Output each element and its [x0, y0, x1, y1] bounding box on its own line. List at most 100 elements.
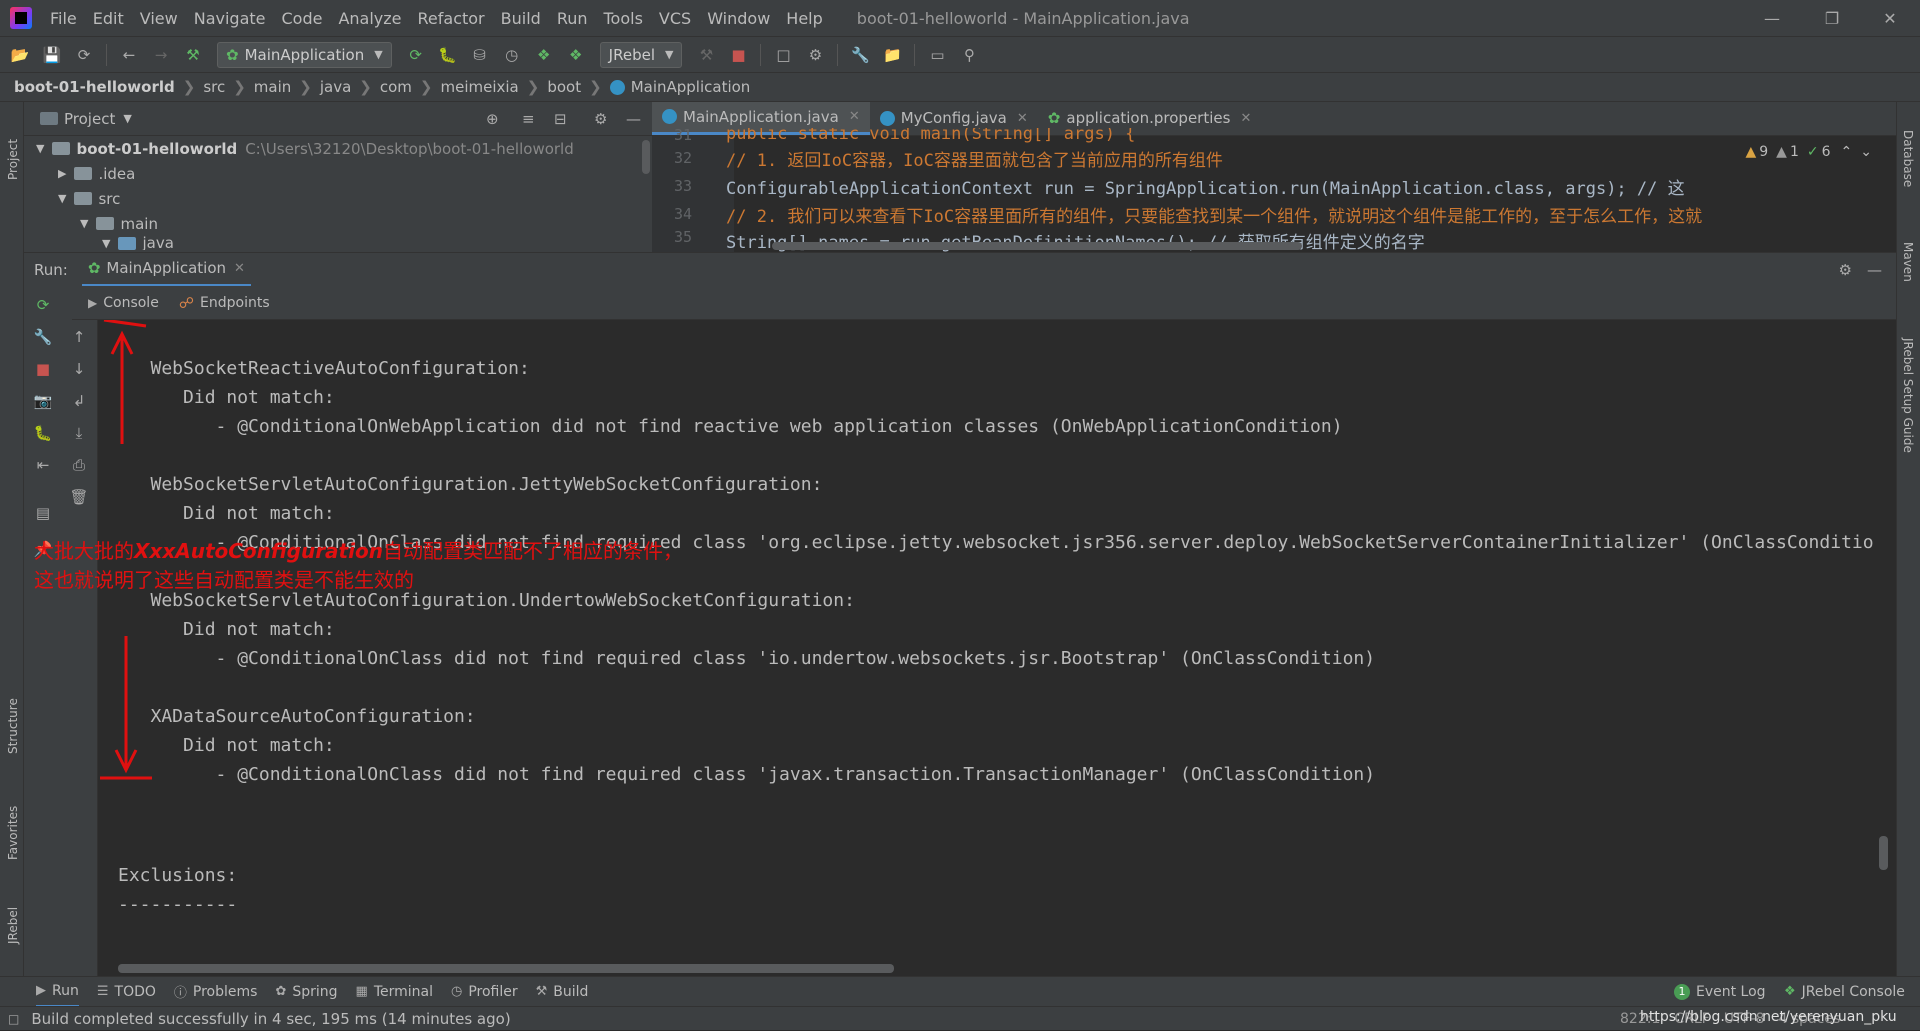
console-v-scrollbar[interactable]: [1879, 836, 1888, 870]
breadcrumb-item[interactable]: main: [254, 78, 291, 96]
breadcrumb-item[interactable]: com: [380, 78, 412, 96]
run-config-select[interactable]: ✿ MainApplication ▼: [217, 41, 392, 68]
synchronize-icon[interactable]: ⟳: [74, 45, 94, 65]
menu-item-build[interactable]: Build: [493, 9, 549, 28]
jrebel-select[interactable]: JRebel ▼: [599, 41, 683, 68]
layout-icon[interactable]: ▤: [32, 502, 54, 524]
menu-item-analyze[interactable]: Analyze: [330, 9, 409, 28]
bottom-tab-spring[interactable]: ✿ Spring: [275, 984, 337, 1000]
bottom-tab-problems[interactable]: ⓘ Problems: [174, 982, 258, 1002]
menu-item-tools[interactable]: Tools: [596, 9, 651, 28]
device-icon[interactable]: □: [773, 45, 793, 65]
open-folder-icon[interactable]: 📂: [10, 45, 30, 65]
breadcrumb-item[interactable]: java: [320, 78, 351, 96]
soft-wrap-icon[interactable]: ↲: [68, 390, 90, 412]
stop-icon[interactable]: ■: [32, 358, 54, 380]
menu-item-run[interactable]: Run: [549, 9, 596, 28]
menu-item-file[interactable]: File: [42, 9, 85, 28]
tree-item-java[interactable]: ▼ java: [24, 236, 652, 250]
forward-icon[interactable]: →: [151, 45, 171, 65]
rerun-icon[interactable]: ⟳: [32, 294, 54, 316]
bottom-tab-profiler[interactable]: ◷ Profiler: [451, 984, 518, 1000]
console-h-scrollbar[interactable]: [118, 964, 894, 973]
search-icon[interactable]: ⚲: [959, 45, 979, 65]
gear-icon[interactable]: ⚙: [1839, 261, 1852, 279]
tab-console[interactable]: ▶ Console: [78, 286, 169, 320]
structure-tool-button[interactable]: Structure: [6, 698, 20, 754]
breadcrumb-item[interactable]: src: [203, 78, 225, 96]
tree-item-idea[interactable]: ▶ .idea: [24, 161, 652, 186]
build-hammer-icon[interactable]: ⚒: [183, 45, 203, 65]
jrebel-run-icon[interactable]: ❖: [534, 45, 554, 65]
bottom-tab-todo[interactable]: ☰ TODO: [97, 984, 156, 1000]
plugin-icon[interactable]: ⚙: [805, 45, 825, 65]
maven-tool-button[interactable]: Maven: [1901, 242, 1915, 282]
chevron-down-icon[interactable]: ⌄: [1860, 144, 1872, 160]
menu-item-refactor[interactable]: Refactor: [410, 9, 493, 28]
gear-icon[interactable]: ⚙: [594, 110, 607, 128]
bottom-tab-terminal[interactable]: ▦ Terminal: [356, 984, 433, 1000]
jrebel-console-button[interactable]: ❖ JRebel Console: [1784, 984, 1905, 1000]
rerun-icon[interactable]: ⟳: [406, 45, 426, 65]
print-icon[interactable]: ⎙: [68, 454, 90, 476]
wrench-icon[interactable]: 🔧: [32, 326, 54, 348]
menu-item-vcs[interactable]: VCS: [651, 9, 699, 28]
chevron-up-icon[interactable]: ⌃: [1841, 144, 1853, 160]
locate-icon[interactable]: ⊕: [486, 110, 499, 128]
camera-icon[interactable]: 📷: [32, 390, 54, 412]
profile-icon[interactable]: ◷: [502, 45, 522, 65]
breadcrumb-item[interactable]: boot: [547, 78, 581, 96]
scroll-to-end-icon[interactable]: ⤓: [68, 422, 90, 444]
project-panel-title[interactable]: Project: [64, 110, 115, 128]
menu-item-window[interactable]: Window: [699, 9, 778, 28]
tab-endpoints[interactable]: ☍ Endpoints: [169, 286, 280, 320]
scroll-down-icon[interactable]: ↓: [68, 358, 90, 380]
collapse-all-icon[interactable]: ⊟: [554, 110, 567, 128]
close-tab-icon[interactable]: ✕: [1240, 111, 1251, 126]
close-tab-icon[interactable]: ✕: [234, 261, 245, 276]
breadcrumb-item[interactable]: meimeixia: [441, 78, 519, 96]
project-structure-icon[interactable]: 📁: [882, 45, 902, 65]
debug-icon[interactable]: 🐛: [438, 45, 458, 65]
menu-item-navigate[interactable]: Navigate: [186, 9, 274, 28]
hammer-disabled-icon[interactable]: ⚒: [696, 45, 716, 65]
run-with-coverage-icon[interactable]: ⛁: [470, 45, 490, 65]
bottom-tab-build[interactable]: ⚒ Build: [536, 984, 589, 1000]
run-config-tab[interactable]: ✿ MainApplication ✕: [81, 253, 251, 287]
jrebel-setup-guide-button[interactable]: JRebel Setup Guide: [1901, 338, 1915, 453]
editor-h-scrollbar[interactable]: [772, 242, 1302, 250]
menu-item-view[interactable]: View: [132, 9, 186, 28]
clear-all-icon[interactable]: 🗑: [68, 486, 90, 508]
menu-item-edit[interactable]: Edit: [85, 9, 132, 28]
stop-icon[interactable]: ■: [728, 45, 748, 65]
close-tab-icon[interactable]: ✕: [849, 109, 860, 124]
breadcrumb-item[interactable]: boot-01-helloworld: [14, 78, 175, 96]
restore-button[interactable]: ❐: [1804, 0, 1860, 36]
chevron-down-icon[interactable]: ▼: [123, 112, 131, 125]
presentation-icon[interactable]: ▭: [927, 45, 947, 65]
close-window-button[interactable]: ✕: [1862, 0, 1918, 36]
tree-item-main[interactable]: ▼ main: [24, 211, 652, 236]
jrebel-debug-icon[interactable]: ❖: [566, 45, 586, 65]
close-tab-icon[interactable]: ✕: [1017, 111, 1028, 126]
favorites-tool-button[interactable]: Favorites: [6, 806, 20, 860]
bottom-tab-run[interactable]: ▶ Run: [36, 977, 79, 1007]
hide-panel-icon[interactable]: —: [1867, 261, 1882, 279]
inspection-widget[interactable]: ▲ 9 ▲ 1 ✓ 6 ⌃ ⌄: [1739, 142, 1878, 162]
console-output[interactable]: WebSocketReactiveAutoConfiguration: Did …: [98, 320, 1896, 976]
breadcrumb-item[interactable]: MainApplication: [631, 78, 751, 96]
scroll-up-icon[interactable]: ↑: [68, 326, 90, 348]
tree-item-src[interactable]: ▼ src: [24, 186, 652, 211]
database-tool-button[interactable]: Database: [1901, 130, 1915, 187]
expand-all-icon[interactable]: ≡: [522, 110, 535, 128]
jrebel-tool-button[interactable]: JRebel: [6, 907, 20, 944]
settings-wrench-icon[interactable]: 🔧: [850, 45, 870, 65]
menu-item-help[interactable]: Help: [778, 9, 830, 28]
project-scrollbar[interactable]: [642, 140, 650, 174]
exit-icon[interactable]: ⇤: [32, 454, 54, 476]
hide-panel-icon[interactable]: —: [626, 110, 641, 128]
debug-icon[interactable]: 🐛: [32, 422, 54, 444]
project-tool-button[interactable]: Project: [6, 139, 20, 180]
status-toggle-icon[interactable]: □: [8, 1012, 19, 1026]
save-all-icon[interactable]: 💾: [42, 45, 62, 65]
